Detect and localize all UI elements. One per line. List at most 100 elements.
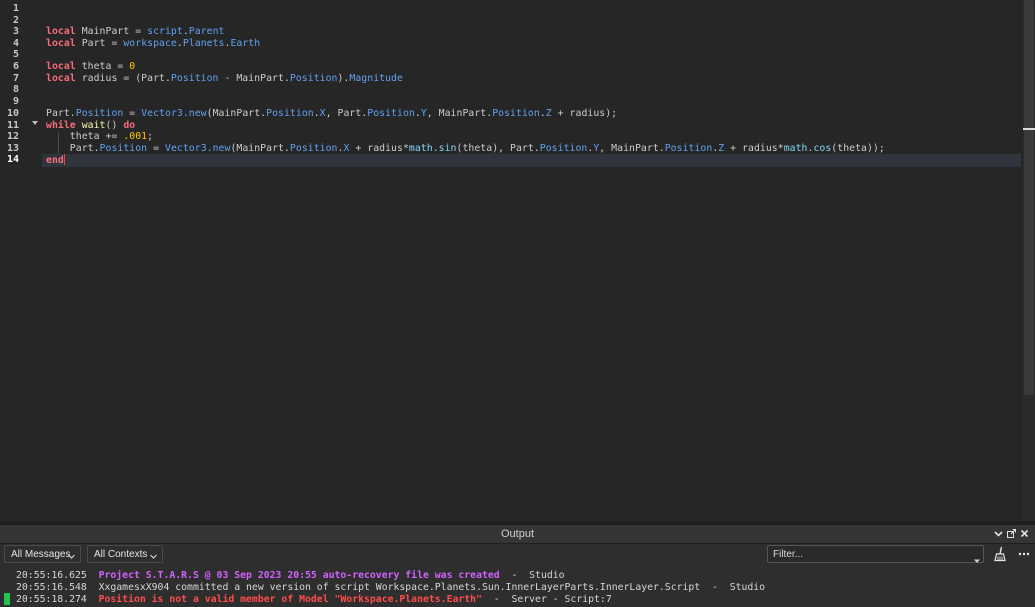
status-indicator [4, 593, 10, 605]
code-property: Position [539, 143, 588, 154]
code-line-4[interactable]: local Part = workspace.Planets.Earth [46, 38, 260, 50]
code-number: .001 [123, 131, 148, 142]
text-caret [63, 154, 65, 165]
code-line-10[interactable]: Part.Position = Vector3.new(MainPart.Pos… [46, 108, 617, 120]
code-text: (MainPart. [230, 143, 290, 154]
line-number: 3 [12, 26, 19, 37]
log-source: - Studio [499, 570, 565, 581]
code-text: theta = [75, 61, 130, 72]
code-property: Position [664, 143, 713, 154]
output-title: Output [500, 528, 535, 540]
code-text: , MainPart. [426, 108, 493, 119]
log-message: Project S.T.A.R.S @ 03 Sep 2023 20:55 au… [98, 570, 500, 581]
code-text: Part = [75, 38, 124, 49]
code-line-12[interactable]: theta += .001; [46, 131, 153, 143]
filter-input[interactable] [767, 545, 984, 563]
line-number-gutter: 1 2 3 4 5 6 7 8 9 10 11 12 13 14 [0, 0, 42, 521]
code-area[interactable]: local MainPart = script.Parent local Par… [42, 0, 1021, 521]
log-line[interactable]: 20:55:16.548 XxgamesxX904 committed a ne… [16, 582, 765, 594]
code-text: MainPart = [75, 26, 148, 37]
code-property: Position [289, 73, 338, 84]
output-toolbar: All Messages All Contexts [0, 544, 1035, 566]
code-text: = [123, 108, 142, 119]
keyword: local [46, 73, 76, 84]
line-number: 13 [6, 143, 19, 154]
line-number: 11 [6, 120, 19, 131]
line-number: 7 [12, 73, 19, 84]
code-text: , Part. [325, 108, 368, 119]
line-number: 14 [6, 154, 19, 165]
code-text: ). [337, 73, 350, 84]
scrollbar-thumb[interactable] [1024, 0, 1034, 395]
code-property: Position [75, 108, 124, 119]
code-text: ; [147, 131, 154, 142]
code-property: Position [99, 143, 148, 154]
log-message: Position is not a valid member of Model … [98, 594, 482, 605]
broom-icon[interactable] [992, 546, 1008, 562]
code-function: Vector3.new [165, 143, 231, 154]
code-line-6[interactable]: local theta = 0 [46, 61, 135, 73]
output-header: Output [0, 525, 1035, 544]
contexts-filter-label: All Contexts [94, 549, 148, 560]
line-number: 8 [12, 84, 19, 95]
code-property: Position [170, 73, 219, 84]
messages-filter-dropdown[interactable]: All Messages [4, 545, 81, 563]
output-panel: Output All Messages All Contexts Filter.… [0, 525, 1035, 607]
keyword: end [46, 155, 64, 166]
code-text: + radius* [724, 143, 784, 154]
line-number: 1 [12, 3, 19, 14]
code-property: Magnitude [349, 73, 403, 84]
code-property: Position [492, 108, 540, 119]
code-global: script [147, 26, 183, 37]
code-property: Position [367, 108, 415, 119]
line-number: 12 [6, 131, 19, 142]
line-number: 6 [12, 61, 19, 72]
code-text: (theta)); [831, 143, 885, 154]
keyword: while [46, 120, 76, 131]
contexts-filter-dropdown[interactable]: All Contexts [87, 545, 163, 563]
code-line-7[interactable]: local radius = (Part.Position - MainPart… [46, 73, 403, 85]
vertical-scrollbar[interactable] [1023, 0, 1035, 521]
keyword: local [46, 61, 76, 72]
line-number: 2 [12, 15, 19, 26]
line-number: 10 [6, 108, 19, 119]
output-log: 20:55:16.625 Project S.T.A.R.S @ 03 Sep … [0, 570, 1035, 607]
code-line-3[interactable]: local MainPart = script.Parent [46, 26, 225, 38]
more-icon[interactable] [1017, 546, 1031, 562]
code-text: = [147, 143, 165, 154]
code-text: (theta), Part. [456, 143, 540, 154]
code-function: wait [81, 120, 106, 131]
code-line-14-current[interactable]: end [42, 154, 1021, 167]
keyword: local [46, 38, 76, 49]
log-line[interactable]: 20:55:18.274 Position is not a valid mem… [16, 594, 612, 606]
filter-dropdown-icon[interactable] [973, 550, 981, 563]
chevron-down-icon[interactable] [31, 119, 39, 127]
code-line-13[interactable]: Part.Position = Vector3.new(MainPart.Pos… [46, 143, 885, 155]
code-property: Position [289, 143, 338, 154]
keyword: local [46, 26, 76, 37]
log-line[interactable]: 20:55:16.625 Project S.T.A.R.S @ 03 Sep … [16, 570, 565, 582]
line-number: 9 [12, 96, 19, 107]
code-property: Parent [188, 26, 225, 37]
close-icon[interactable] [1019, 528, 1030, 539]
code-text: - MainPart. [218, 73, 290, 84]
code-text: () [105, 120, 124, 131]
code-line-11[interactable]: while wait() do [46, 120, 135, 132]
code-builtin: math.sin [408, 143, 457, 154]
line-number: 4 [12, 38, 19, 49]
undock-icon[interactable] [1006, 528, 1017, 539]
code-text: theta += [46, 131, 124, 142]
script-editor[interactable]: 1 2 3 4 5 6 7 8 9 10 11 12 13 14 local MainPart = scr… [0, 0, 1035, 521]
log-timestamp: 20:55:18.274 [16, 594, 87, 605]
chevron-down-icon[interactable] [993, 528, 1004, 539]
code-text: Part. [46, 143, 100, 154]
code-property: Position [266, 108, 314, 119]
code-builtin: math.cos [783, 143, 832, 154]
log-timestamp: 20:55:16.625 [16, 570, 87, 581]
code-text: (MainPart. [206, 108, 267, 119]
code-text: + radius); [551, 108, 618, 119]
log-timestamp: 20:55:16.548 [16, 582, 87, 593]
code-text: , MainPart. [599, 143, 665, 154]
messages-filter-label: All Messages [11, 549, 71, 560]
code-text: + radius* [349, 143, 409, 154]
